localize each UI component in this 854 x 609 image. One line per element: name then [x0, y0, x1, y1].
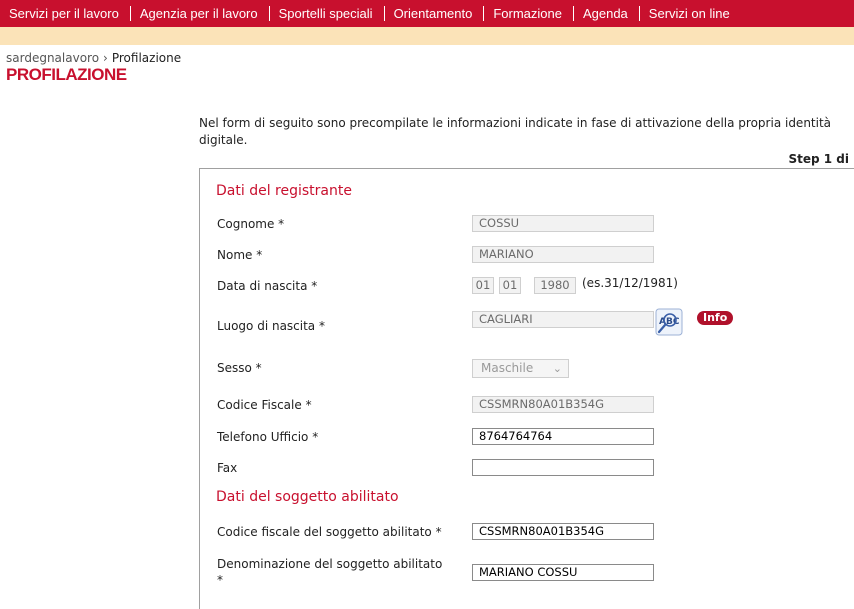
nav-agenzia-lavoro[interactable]: Agenzia per il lavoro: [131, 6, 270, 21]
registration-form: Dati del registrante Cognome * COSSU Nom…: [199, 168, 854, 609]
cognome-field[interactable]: COSSU: [472, 215, 654, 232]
nascita-year-field[interactable]: 1980: [534, 277, 576, 294]
intro-line-2: digitale.: [199, 133, 248, 147]
section-title-registrante: Dati del registrante: [216, 183, 352, 199]
telefono-ufficio-field[interactable]: 8764764764: [472, 428, 654, 445]
nome-field[interactable]: MARIANO: [472, 246, 654, 263]
step-indicator: Step 1 di: [788, 152, 849, 166]
fax-label: Fax: [217, 461, 238, 475]
luogo-nascita-field[interactable]: CAGLIARI: [472, 311, 654, 328]
nome-label: Nome *: [217, 248, 263, 262]
info-button[interactable]: Info: [697, 311, 734, 325]
fax-field[interactable]: [472, 459, 654, 476]
denominazione-field[interactable]: MARIANO COSSU: [472, 564, 654, 581]
abc-lookup-icon[interactable]: ABC: [655, 308, 683, 336]
telefono-ufficio-label: Telefono Ufficio *: [217, 430, 319, 444]
nav-formazione[interactable]: Formazione: [484, 6, 574, 21]
breadcrumb-home-link[interactable]: sardegnalavoro: [6, 51, 99, 65]
top-navigation: Servizi per il lavoro Agenzia per il lav…: [0, 0, 854, 27]
page-title: PROFILAZIONE: [6, 65, 127, 84]
intro-line-1: Nel form di seguito sono precompilate le…: [199, 116, 832, 130]
codice-fiscale-field[interactable]: CSSMRN80A01B354G: [472, 396, 654, 413]
section-title-soggetto-abilitato: Dati del soggetto abilitato: [216, 489, 399, 505]
sesso-selected-value: Maschile: [481, 361, 534, 375]
nav-servizi-online[interactable]: Servizi on line: [640, 6, 741, 21]
sesso-label: Sesso *: [217, 361, 262, 375]
denominazione-label-line-1: Denominazione del soggetto abilitato: [217, 557, 443, 571]
denominazione-label-line-2: *: [217, 573, 223, 587]
sesso-select[interactable]: Maschile ⌄: [472, 359, 569, 378]
breadcrumb: sardegnalavoro › Profilazione: [6, 51, 181, 65]
nav-servizi-lavoro[interactable]: Servizi per il lavoro: [0, 6, 131, 21]
breadcrumb-separator: ›: [103, 51, 108, 65]
breadcrumb-current: Profilazione: [111, 51, 182, 65]
cf-soggetto-abilitato-label: Codice fiscale del soggetto abilitato *: [217, 525, 442, 539]
sub-navigation-bar: [0, 27, 854, 45]
cognome-label: Cognome *: [217, 217, 285, 231]
luogo-nascita-label: Luogo di nascita *: [217, 319, 325, 333]
nav-sportelli-speciali[interactable]: Sportelli speciali: [270, 6, 385, 21]
nav-agenda[interactable]: Agenda: [574, 6, 640, 21]
intro-text: Nel form di seguito sono precompilate le…: [199, 115, 854, 149]
data-nascita-hint: (es.31/12/1981): [582, 276, 678, 290]
nav-orientamento[interactable]: Orientamento: [385, 6, 485, 21]
nascita-day-field[interactable]: 01: [472, 277, 494, 294]
codice-fiscale-label: Codice Fiscale *: [217, 398, 312, 412]
denominazione-label: Denominazione del soggetto abilitato *: [217, 556, 442, 588]
cf-soggetto-abilitato-field[interactable]: CSSMRN80A01B354G: [472, 523, 654, 540]
nascita-month-field[interactable]: 01: [499, 277, 521, 294]
chevron-down-icon: ⌄: [552, 362, 562, 375]
data-nascita-label: Data di nascita *: [217, 279, 318, 293]
